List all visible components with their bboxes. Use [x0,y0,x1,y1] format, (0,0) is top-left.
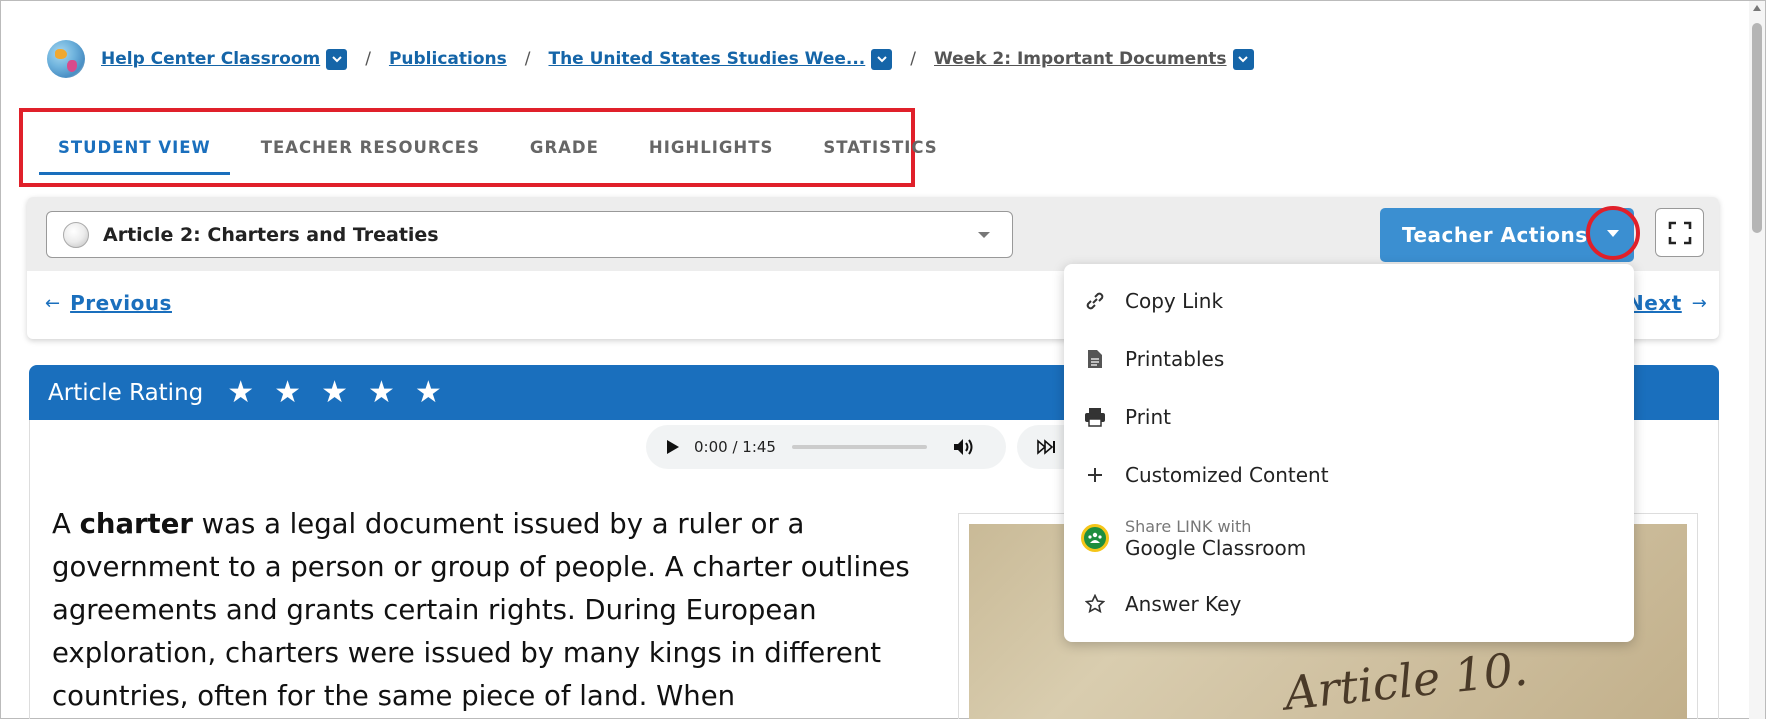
article-lead: A [52,508,80,540]
toolbar-top: Article 2: Charters and Treaties Teacher… [27,197,1719,271]
menu-label: Customized Content [1125,463,1329,487]
previous-label: Previous [70,291,172,315]
article-status-icon [63,221,89,248]
breadcrumb-separator: / [524,49,531,69]
menu-label: Answer Key [1125,592,1242,616]
tab-student-view[interactable]: STUDENT VIEW [39,119,230,175]
star-outline-icon [1084,593,1106,615]
menu-item-copy-link[interactable]: Copy Link [1064,284,1634,318]
rating-star-icon[interactable]: ★ [274,377,301,408]
next-link[interactable]: Next → [1627,291,1707,315]
arrow-right-icon: → [1691,292,1707,314]
play-icon[interactable] [666,439,680,455]
chevron-down-icon[interactable] [1232,48,1254,70]
tab-highlights[interactable]: HIGHLIGHTS [630,119,792,175]
menu-label: Copy Link [1125,289,1224,313]
view-tabs: STUDENT VIEW TEACHER RESOURCES GRADE HIG… [39,119,969,175]
rating-label: Article Rating [48,379,204,406]
caret-down-icon [978,232,990,238]
fullscreen-button[interactable] [1655,208,1704,257]
teacher-actions-dropdown-toggle[interactable] [1586,206,1640,260]
audio-player: 0:00 / 1:45 [646,425,1006,469]
rating-star-icon[interactable]: ★ [415,377,442,408]
document-icon [1084,348,1106,370]
tab-grade[interactable]: GRADE [511,119,618,175]
document-handwriting: Article 10. [1281,641,1531,719]
breadcrumb-separator: / [910,49,916,69]
breadcrumb-separator: / [365,49,371,69]
menu-sublabel: Share LINK with [1125,516,1252,536]
breadcrumb: Help Center Classroom / Publications / T… [47,39,1254,79]
article-paragraph: A charter was a legal document issued by… [52,503,952,718]
menu-label: Printables [1125,347,1225,371]
menu-item-printables[interactable]: Printables [1064,342,1634,376]
chevron-down-icon[interactable] [871,48,893,70]
tab-statistics[interactable]: STATISTICS [804,119,956,175]
page-scrollbar[interactable] [1749,1,1765,719]
next-label: Next [1627,291,1682,315]
classroom-globe-icon [47,40,85,78]
audio-progress-slider[interactable] [791,445,927,449]
breadcrumb-publications[interactable]: Publications [389,49,507,69]
audio-time: 0:00 / 1:45 [694,438,776,456]
scroll-up-icon[interactable] [1753,5,1761,11]
previous-link[interactable]: ← Previous [45,291,172,315]
menu-item-answer-key[interactable]: Answer Key [1064,587,1634,621]
teacher-actions-menu: Copy Link Printables Print Customized Co… [1064,264,1634,642]
rating-star-icon[interactable]: ★ [227,377,254,408]
teacher-actions-label: Teacher Actions [1402,223,1588,247]
skip-forward-icon [1037,439,1055,455]
rating-star-icon[interactable]: ★ [321,377,348,408]
article-select[interactable]: Article 2: Charters and Treaties [46,211,1013,258]
breadcrumb-week[interactable]: Week 2: Important Documents [934,49,1227,69]
tab-teacher-resources[interactable]: TEACHER RESOURCES [242,119,499,175]
menu-label: Print [1125,405,1172,429]
menu-item-print[interactable]: Print [1064,400,1634,434]
article-select-value: Article 2: Charters and Treaties [103,223,439,246]
vocabulary-term[interactable]: charter [80,508,193,540]
rating-star-icon[interactable]: ★ [368,377,395,408]
google-classroom-icon [1081,524,1109,552]
printer-icon [1084,406,1106,428]
scrollbar-thumb[interactable] [1752,23,1762,233]
menu-label: Google Classroom [1125,535,1307,560]
breadcrumb-classroom[interactable]: Help Center Classroom [101,49,320,69]
menu-item-customized-content[interactable]: Customized Content [1064,458,1634,492]
fullscreen-icon [1668,221,1691,244]
volume-icon[interactable] [953,437,975,457]
menu-item-google-classroom[interactable]: Share LINK with Google Classroom [1064,508,1634,568]
plus-icon [1084,464,1106,486]
chevron-down-icon[interactable] [326,48,348,70]
caret-down-icon [1607,229,1619,237]
breadcrumb-publication-title[interactable]: The United States Studies Wee... [548,49,865,69]
link-icon [1084,290,1106,312]
arrow-left-icon: ← [45,292,61,314]
